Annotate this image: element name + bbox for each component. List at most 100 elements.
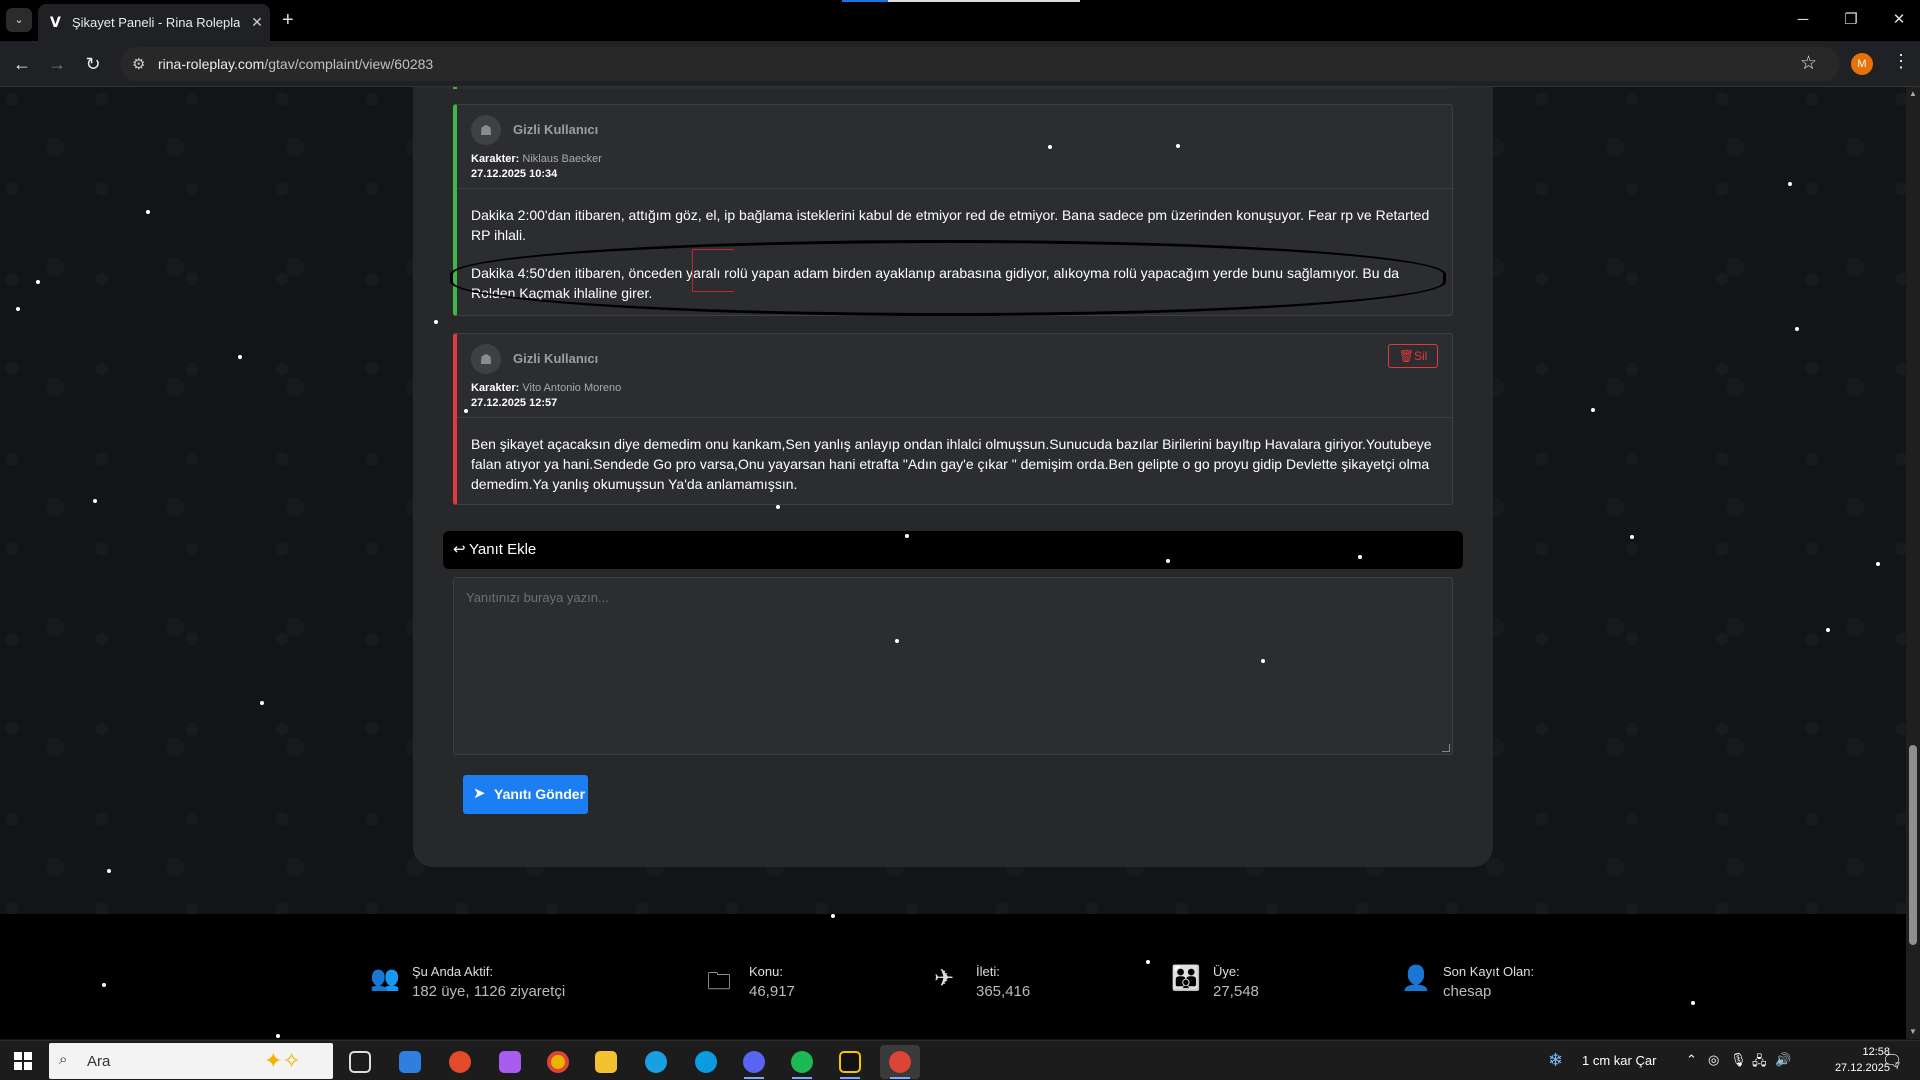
mail-app-icon[interactable] bbox=[390, 1045, 430, 1079]
hand-drawn-box-annotation bbox=[692, 249, 734, 292]
profile-avatar[interactable]: M bbox=[1851, 53, 1873, 75]
taskbar-search-text: Ara bbox=[87, 1053, 111, 1070]
page-scrollbar[interactable]: ▲ ▼ bbox=[1906, 87, 1920, 1039]
reply-textarea[interactable]: Yanıtınızı buraya yazın... bbox=[453, 577, 1453, 755]
stat-label: Son Kayıt Olan: bbox=[1443, 964, 1535, 979]
volume-icon[interactable]: 🔊 bbox=[1775, 1052, 1791, 1068]
scroll-up-icon[interactable]: ▲ bbox=[1909, 89, 1917, 98]
message-character: Karakter: Vito Antonio Moreno bbox=[471, 382, 622, 394]
snowflake bbox=[905, 534, 909, 538]
message-date: 27.12.2025 12:57 bbox=[471, 397, 558, 409]
chrome-profile-app-icon[interactable] bbox=[880, 1045, 920, 1079]
bookmark-star-icon[interactable]: ☆ bbox=[1800, 52, 1817, 75]
snowflake bbox=[895, 639, 899, 643]
weather-text[interactable]: 1 cm kar Çar bbox=[1582, 1053, 1656, 1068]
paper-plane-icon: ➤ bbox=[473, 785, 486, 802]
task-view-icon[interactable] bbox=[340, 1045, 380, 1079]
discord-app-icon[interactable] bbox=[734, 1045, 774, 1079]
browser-toolbar: ← → ↻ ⚙ rina-roleplay.com/gtav/complaint… bbox=[0, 41, 1920, 87]
copilot-app-icon[interactable] bbox=[490, 1045, 530, 1079]
close-window-icon[interactable]: ✕ bbox=[1884, 8, 1914, 32]
stat-label: Konu: bbox=[749, 964, 783, 979]
resize-handle[interactable] bbox=[1442, 744, 1450, 752]
stat-value: 182 üye, 1126 ziyaretçi bbox=[412, 983, 566, 1000]
message-username: Gizli Kullanıcı bbox=[513, 351, 599, 366]
group-icon: 👪 bbox=[1171, 965, 1201, 992]
url-text: rina-roleplay.com/gtav/complaint/view/60… bbox=[158, 56, 434, 72]
snowflake bbox=[93, 499, 97, 503]
chevron-up-icon[interactable]: ⌃ bbox=[1686, 1052, 1697, 1068]
stat-label: İleti: bbox=[976, 964, 1000, 979]
forward-icon[interactable]: → bbox=[44, 51, 70, 77]
snowflake bbox=[276, 1034, 280, 1038]
windows-taskbar: ⌕ Ara ✦✧ ❄ 1 cm kar Çar ⌃ ◎ 🎙 🖧 🔊 12:58 … bbox=[0, 1040, 1920, 1080]
snowflake bbox=[16, 307, 20, 311]
tab-close-icon[interactable]: ✕ bbox=[248, 13, 266, 31]
snowflake-weather-icon[interactable]: ❄ bbox=[1548, 1050, 1563, 1071]
restore-icon[interactable]: ❐ bbox=[1836, 8, 1866, 32]
rockstar-app-icon[interactable] bbox=[830, 1045, 870, 1079]
snowflake bbox=[1146, 960, 1150, 964]
reply-icon: ↩ bbox=[453, 541, 466, 558]
sparkle-icon: ✦✧ bbox=[264, 1048, 301, 1073]
snowflake bbox=[102, 983, 106, 987]
snowflake bbox=[1826, 628, 1830, 632]
previous-message-edge bbox=[453, 87, 1453, 89]
snowflake bbox=[1261, 659, 1265, 663]
reply-title: Yanıt Ekle bbox=[469, 541, 537, 558]
snowflake bbox=[1358, 555, 1362, 559]
snowflake bbox=[1591, 408, 1595, 412]
snowflake bbox=[776, 505, 780, 509]
scroll-down-icon[interactable]: ▼ bbox=[1909, 1027, 1917, 1036]
message-card: ☗ Gizli Kullanıcı Karakter: Vito Antonio… bbox=[453, 333, 1453, 505]
snowflake bbox=[434, 320, 438, 324]
address-bar[interactable]: ⚙ rina-roleplay.com/gtav/complaint/view/… bbox=[120, 47, 1840, 81]
footer-stats: 👥 Şu Anda Aktif: 182 üye, 1126 ziyaretçi… bbox=[0, 914, 1906, 1039]
message-paragraph: Ben şikayet açacaksın diye demedim onu k… bbox=[471, 436, 1432, 492]
new-tab-icon[interactable]: + bbox=[282, 9, 294, 31]
snowflake bbox=[1048, 145, 1052, 149]
incognito-avatar-icon: ☗ bbox=[471, 115, 501, 145]
snowflake bbox=[36, 280, 40, 284]
network-icon[interactable]: 🖧 bbox=[1752, 1052, 1767, 1074]
clock-date[interactable]: 27.12.2025 bbox=[1812, 1062, 1890, 1074]
office-app-icon[interactable] bbox=[440, 1045, 480, 1079]
scroll-thumb[interactable] bbox=[1909, 745, 1917, 945]
send-icon: ✈ bbox=[934, 965, 955, 992]
microphone-icon[interactable]: 🎙 bbox=[1730, 1052, 1747, 1068]
tab-search-button[interactable]: ⌄ bbox=[6, 8, 32, 32]
delete-button[interactable]: 🗑Sil bbox=[1388, 344, 1438, 368]
incognito-avatar-icon: ☗ bbox=[471, 344, 501, 374]
snowflake bbox=[146, 210, 150, 214]
meet-icon[interactable]: ◎ bbox=[1708, 1052, 1719, 1068]
reload-icon[interactable]: ↻ bbox=[80, 51, 106, 77]
browser-tab-active[interactable]: V Şikayet Paneli - Rina Roleplay G ✕ bbox=[38, 4, 270, 41]
stat-label: Üye: bbox=[1213, 964, 1240, 979]
send-reply-label: Yanıtı Gönder bbox=[494, 786, 586, 802]
snowflake bbox=[1788, 182, 1792, 186]
message-username: Gizli Kullanıcı bbox=[513, 122, 599, 137]
minimize-icon[interactable]: ─ bbox=[1788, 8, 1818, 32]
snowflake bbox=[260, 701, 264, 705]
snowflake bbox=[1876, 562, 1880, 566]
message-date: 27.12.2025 10:34 bbox=[471, 168, 558, 180]
snowflake bbox=[1630, 535, 1634, 539]
message-header: ☗ Gizli Kullanıcı Karakter: Vito Antonio… bbox=[457, 334, 1452, 418]
folder-icon: 🗀 bbox=[707, 968, 731, 995]
browser-menu-icon[interactable]: ⋮ bbox=[1892, 51, 1910, 72]
taskbar-search[interactable]: ⌕ Ara ✦✧ bbox=[49, 1043, 333, 1079]
windows-start-icon[interactable] bbox=[14, 1052, 32, 1070]
back-icon[interactable]: ← bbox=[9, 51, 35, 77]
stat-value[interactable]: chesap bbox=[1443, 983, 1491, 1000]
file-explorer-icon[interactable] bbox=[586, 1045, 626, 1079]
spotify-app-icon[interactable] bbox=[782, 1045, 822, 1079]
message-paragraph: Dakika 2:00'dan itibaren, attığım göz, e… bbox=[471, 207, 1430, 243]
reply-header: ↩ Yanıt Ekle bbox=[443, 531, 1463, 569]
search-icon: ⌕ bbox=[59, 1051, 68, 1068]
edge-app-icon[interactable] bbox=[636, 1045, 676, 1079]
tab-indicator bbox=[842, 0, 888, 2]
site-info-icon[interactable]: ⚙ bbox=[132, 55, 145, 73]
chrome-app-icon[interactable] bbox=[538, 1045, 578, 1079]
skype-app-icon[interactable] bbox=[686, 1045, 726, 1079]
send-reply-button[interactable]: ➤ Yanıtı Gönder bbox=[463, 775, 588, 814]
